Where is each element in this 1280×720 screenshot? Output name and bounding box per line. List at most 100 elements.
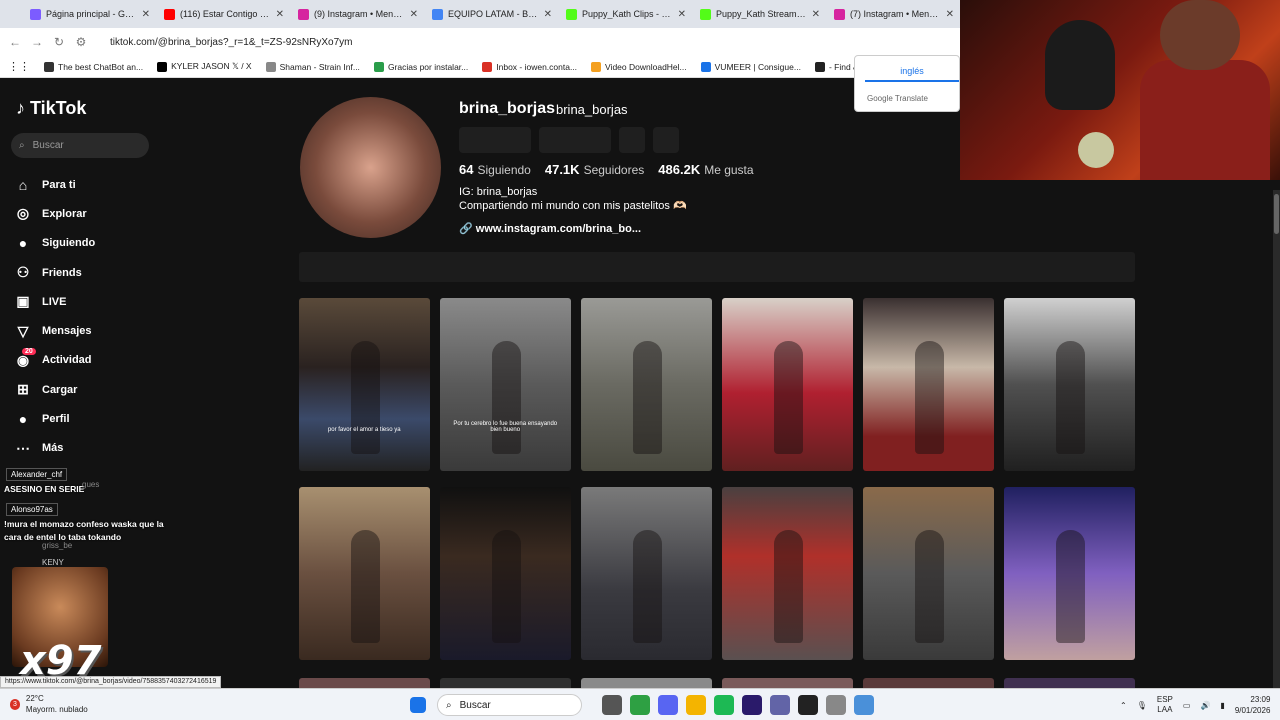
sidebar-item-friends[interactable]: ⚇ Friends <box>14 258 95 287</box>
tab-favicon-icon <box>30 8 41 20</box>
windows-start-icon[interactable] <box>410 697 426 713</box>
bookmark-favicon-icon <box>373 61 384 72</box>
battery-icon[interactable]: ▮ <box>1220 701 1224 710</box>
profile-avatar[interactable] <box>300 97 441 238</box>
clock[interactable]: 23:09 9/01/2026 <box>1235 694 1271 716</box>
close-tab-icon[interactable]: ✕ <box>142 9 150 20</box>
bookmark-favicon-icon <box>265 61 276 72</box>
close-tab-icon[interactable]: ✕ <box>812 9 820 20</box>
more-icon: ⋯ <box>16 439 30 456</box>
taskbar-app-icon[interactable] <box>602 695 622 715</box>
taskbar-app-icon[interactable] <box>630 695 650 715</box>
notification-badge: 20 <box>22 347 36 355</box>
bookmark-item[interactable]: Shaman - Strain Inf... <box>265 61 360 72</box>
video-thumbnail[interactable] <box>1004 298 1135 471</box>
volume-icon[interactable]: 🔊 <box>1200 701 1210 710</box>
following-label: Siguiendo <box>477 163 531 177</box>
sidebar-item-actividad[interactable]: ◉ 20 Actividad <box>14 346 95 375</box>
add-friend-button[interactable] <box>619 127 645 153</box>
stat-following[interactable]: 64 Siguiendo <box>459 162 531 177</box>
network-icon[interactable]: ▭ <box>1183 701 1191 710</box>
video-thumbnail[interactable] <box>581 298 712 471</box>
tiktok-logo[interactable]: ♪ TikTok <box>16 98 86 119</box>
bookmark-item[interactable]: Gracias por instalar... <box>373 61 469 72</box>
taskbar-search[interactable]: ⌕ Buscar <box>437 694 582 716</box>
share-button[interactable] <box>653 127 679 153</box>
taskbar-app-icon[interactable] <box>826 695 846 715</box>
mic-icon[interactable]: 🎙 <box>1137 701 1147 710</box>
bookmark-item[interactable]: VUMEER | Consigue... <box>700 61 801 72</box>
apps-grid-icon[interactable]: ⋮⋮ <box>8 60 30 73</box>
message-button[interactable] <box>539 127 611 153</box>
clock-time: 23:09 <box>1250 695 1271 704</box>
bookmark-item[interactable]: Inbox - iowen.conta... <box>482 61 577 72</box>
bookmark-label: Gracias por instalar... <box>387 61 469 72</box>
site-info-icon[interactable]: ⚙ <box>70 35 92 49</box>
taskbar-app-icon[interactable] <box>714 695 734 715</box>
sidebar-item-explorar[interactable]: ◎ Explorar <box>14 199 95 228</box>
upload-icon: ⊞ <box>17 381 29 398</box>
taskbar-app-icon[interactable] <box>686 695 706 715</box>
page-scrollbar[interactable] <box>1273 190 1280 690</box>
reload-icon[interactable]: ↻ <box>48 35 70 49</box>
sidebar-item-live[interactable]: ▣ LIVE <box>14 287 95 316</box>
sidebar-item-cargar[interactable]: ⊞ Cargar <box>14 375 95 404</box>
browser-tab[interactable]: (9) Instagram • Mensajes ✕ <box>292 2 424 26</box>
video-thumbnail[interactable] <box>440 487 571 660</box>
lang-code[interactable]: ESP <box>1157 695 1173 705</box>
video-person-figure <box>1056 530 1085 643</box>
close-tab-icon[interactable]: ✕ <box>544 9 552 20</box>
back-icon[interactable]: ← <box>4 35 26 49</box>
bookmark-item[interactable]: The best ChatBot an... <box>44 61 143 72</box>
messages-icon: ▽ <box>17 322 29 339</box>
translate-language-tab[interactable]: inglés <box>865 66 959 82</box>
video-thumbnail[interactable] <box>1004 487 1135 660</box>
url-field[interactable]: tiktok.com/@brina_borjas?_r=1&_t=ZS-92sN… <box>110 37 352 48</box>
video-thumbnail[interactable] <box>581 487 712 660</box>
follow-button[interactable] <box>459 127 531 153</box>
video-thumbnail[interactable]: Por tu cerebro lo fue buena ensayando bi… <box>440 298 571 471</box>
weather-widget[interactable]: 3 22°C Mayorm. nublado <box>10 693 88 715</box>
tray-chevron-icon[interactable]: ⌃ <box>1120 701 1127 710</box>
video-thumbnail[interactable] <box>299 487 430 660</box>
profile-link[interactable]: 🔗 www.instagram.com/brina_bo... <box>459 222 641 235</box>
browser-tab[interactable]: Puppy_Kath Stream - Wat ✕ <box>694 2 826 26</box>
taskbar-app-icon[interactable] <box>798 695 818 715</box>
bookmark-item[interactable]: KYLER JASON 𝕏 / X <box>157 61 252 72</box>
close-tab-icon[interactable]: ✕ <box>678 9 686 20</box>
tiktok-brand-text: TikTok <box>30 98 87 118</box>
sidebar-item-para-ti[interactable]: ⌂ Para ti <box>14 170 95 199</box>
webcam-overlay <box>960 0 1280 180</box>
following-avatar-icon: ● <box>18 235 28 252</box>
forward-icon[interactable]: → <box>26 35 48 49</box>
taskbar-app-icon[interactable] <box>770 695 790 715</box>
sidebar-item-label: Explorar <box>42 207 87 220</box>
browser-tab[interactable]: (116) Estar Contigo - You ✕ <box>158 2 290 26</box>
close-tab-icon[interactable]: ✕ <box>946 9 954 20</box>
bookmark-favicon-icon <box>700 61 711 72</box>
video-thumbnail[interactable] <box>863 487 994 660</box>
stat-followers[interactable]: 47.1K Seguidores <box>545 162 644 177</box>
taskbar-app-icon[interactable] <box>742 695 762 715</box>
close-tab-icon[interactable]: ✕ <box>410 9 418 20</box>
video-thumbnail[interactable] <box>722 298 853 471</box>
video-thumbnail[interactable] <box>863 298 994 471</box>
sidebar-item-más[interactable]: ⋯ Más <box>14 434 95 463</box>
scrollbar-thumb[interactable] <box>1274 194 1279 234</box>
video-thumbnail[interactable]: por favor el amor a tieso ya <box>299 298 430 471</box>
bookmark-item[interactable]: Video DownloadHel... <box>591 61 687 72</box>
taskbar-app-icon[interactable] <box>658 695 678 715</box>
browser-tab[interactable]: Puppy_Kath Clips - Watch ✕ <box>560 2 692 26</box>
sidebar-item-mensajes[interactable]: ▽ Mensajes <box>14 316 95 345</box>
profile-tabs-bar[interactable] <box>299 252 1135 282</box>
browser-tab[interactable]: Página principal - Google ✕ <box>24 2 156 26</box>
close-tab-icon[interactable]: ✕ <box>276 9 284 20</box>
search-input[interactable]: ⌕ Buscar <box>11 133 149 158</box>
sidebar-item-perfil[interactable]: ● Perfil <box>14 404 95 433</box>
video-thumbnail[interactable] <box>722 487 853 660</box>
browser-tab[interactable]: EQUIPO LATAM - Buscar c ✕ <box>426 2 558 26</box>
browser-tab[interactable]: (7) Instagram • Mensajes ✕ <box>828 2 960 26</box>
taskbar-app-icon[interactable] <box>854 695 874 715</box>
sidebar-item-siguiendo[interactable]: ● Siguiendo <box>14 229 95 258</box>
video-person-figure <box>633 530 662 643</box>
